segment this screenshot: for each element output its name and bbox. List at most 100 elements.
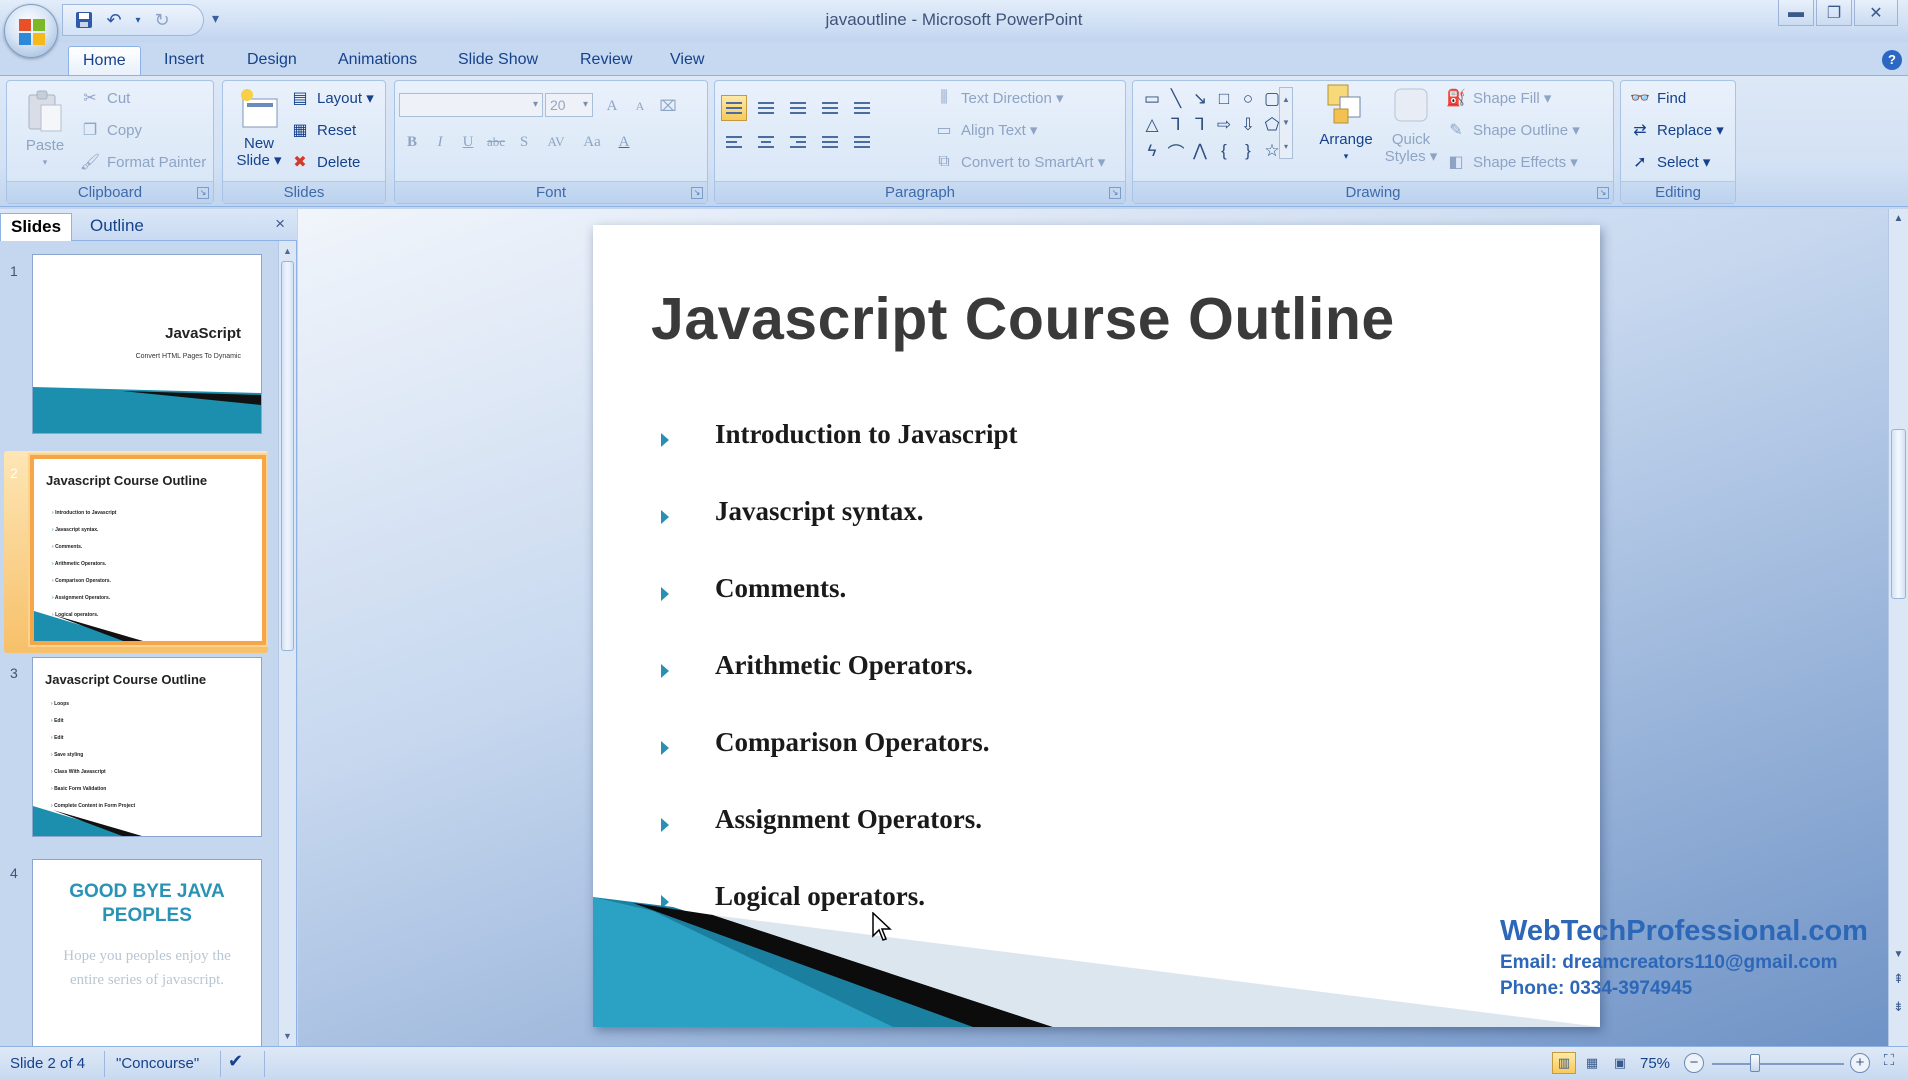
align-left-button[interactable]	[721, 129, 747, 155]
zoom-in-icon[interactable]: +	[1850, 1053, 1870, 1073]
columns-button[interactable]	[849, 129, 875, 155]
quick-styles-button[interactable]: Quick Styles ▾	[1381, 83, 1441, 165]
minimize-button[interactable]: ▬	[1778, 0, 1814, 26]
dialog-launcher-icon[interactable]: ↘	[691, 187, 703, 199]
tab-insert[interactable]: Insert	[150, 46, 218, 76]
shape-fill-button[interactable]: ⛽ Shape Fill ▾	[1445, 87, 1551, 109]
line-spacing-button[interactable]	[849, 95, 875, 121]
align-text-button[interactable]: ▭ Align Text ▾	[933, 119, 1037, 141]
shape-elbow-arrow-icon[interactable]: ⅂	[1189, 113, 1211, 137]
clear-formatting-icon[interactable]: ⌧	[655, 93, 681, 119]
scroll-up-icon[interactable]: ▲	[279, 243, 296, 259]
change-case-button[interactable]: Aa	[575, 129, 609, 155]
zoom-out-icon[interactable]: −	[1684, 1053, 1704, 1073]
strikethrough-button[interactable]: abc	[483, 129, 509, 155]
shape-triangle-icon[interactable]: △	[1141, 113, 1163, 137]
italic-button[interactable]: I	[427, 129, 453, 155]
slide-thumbnail-2[interactable]: Javascript Course Outline Introduction t…	[30, 455, 266, 645]
text-shadow-button[interactable]: S	[511, 129, 537, 155]
slide-thumbnail-4[interactable]: GOOD BYE JAVA PEOPLES Hope you peoples e…	[32, 859, 262, 1049]
numbering-button[interactable]	[753, 95, 779, 121]
shapes-gallery[interactable]: ▭ ╲ ↘ □ ○ ▢ △ ⅂ ⅂ ⇨ ⇩ ⬠ ϟ ⌒ ⋀ { } ☆	[1141, 87, 1280, 165]
text-direction-button[interactable]: ⫼ Text Direction ▾	[933, 87, 1063, 109]
format-painter-button[interactable]: 🖌 Format Painter	[79, 151, 206, 173]
align-right-button[interactable]	[785, 129, 811, 155]
find-button[interactable]: 👓 Find	[1629, 87, 1686, 109]
shape-textbox-icon[interactable]: ▭	[1141, 87, 1163, 111]
slide-sorter-icon[interactable]: ▦	[1580, 1052, 1604, 1074]
slide-title[interactable]: Javascript Course Outline	[651, 285, 1395, 353]
justify-button[interactable]	[817, 129, 843, 155]
slide-thumbnail-1[interactable]: JavaScript Convert HTML Pages To Dynamic	[32, 254, 262, 434]
zoom-level[interactable]: 75%	[1640, 1055, 1670, 1072]
shape-right-arrow-icon[interactable]: ⇨	[1213, 113, 1235, 137]
slide-show-icon[interactable]: ▣	[1608, 1052, 1632, 1074]
restore-button[interactable]: ❐	[1816, 0, 1852, 26]
scroll-up-icon[interactable]: ▲	[1889, 213, 1908, 224]
cut-button[interactable]: ✂ Cut	[79, 87, 130, 109]
select-button[interactable]: ➚ Select ▾	[1629, 151, 1710, 173]
tab-review[interactable]: Review	[566, 46, 646, 76]
font-size-combo[interactable]: 20 ▾	[545, 93, 593, 117]
office-button[interactable]	[4, 4, 58, 58]
shape-lightning-icon[interactable]: ϟ	[1141, 139, 1163, 163]
shape-effects-button[interactable]: ◧ Shape Effects ▾	[1445, 151, 1577, 173]
workspace-scrollbar[interactable]: ▲ ▼ ⇞ ⇟	[1888, 209, 1908, 1046]
replace-button[interactable]: ⇄ Replace ▾	[1629, 119, 1723, 141]
dialog-launcher-icon[interactable]: ↘	[1597, 187, 1609, 199]
character-spacing-button[interactable]: AV	[539, 129, 573, 155]
scroll-down-icon[interactable]: ▼	[279, 1028, 296, 1044]
shapes-gallery-scroll[interactable]: ▲ ▼ ▾	[1279, 87, 1293, 159]
dialog-launcher-icon[interactable]: ↘	[1109, 187, 1121, 199]
shape-rectangle-icon[interactable]: □	[1213, 87, 1235, 111]
shape-outline-button[interactable]: ✎ Shape Outline ▾	[1445, 119, 1579, 141]
shape-right-brace-icon[interactable]: }	[1237, 139, 1259, 163]
close-pane-icon[interactable]: ×	[275, 214, 285, 234]
zoom-slider[interactable]	[1712, 1063, 1844, 1065]
current-slide[interactable]: Javascript Course Outline Introduction t…	[593, 225, 1600, 1027]
shape-line-icon[interactable]: ╲	[1165, 87, 1187, 111]
help-icon[interactable]: ?	[1882, 50, 1902, 70]
decrease-indent-button[interactable]	[785, 95, 811, 121]
scrollbar-thumb[interactable]	[281, 261, 294, 651]
tab-slide-show[interactable]: Slide Show	[444, 46, 552, 76]
normal-view-icon[interactable]: ▥	[1552, 1052, 1576, 1074]
bullets-button[interactable]	[721, 95, 747, 121]
next-slide-icon[interactable]: ⇟	[1889, 999, 1908, 1015]
scrollbar-thumb[interactable]	[1891, 429, 1906, 599]
shape-left-brace-icon[interactable]: {	[1213, 139, 1235, 163]
tab-slides[interactable]: Slides	[0, 213, 73, 241]
fit-to-window-icon[interactable]: ⛶	[1878, 1052, 1900, 1074]
grow-font-button[interactable]: A	[599, 93, 625, 119]
tab-home[interactable]: Home	[68, 46, 141, 76]
arrange-button[interactable]: Arrange ▾	[1313, 83, 1379, 165]
close-button[interactable]: ✕	[1854, 0, 1898, 26]
paste-button[interactable]: Paste ▾	[17, 89, 73, 171]
more-icon[interactable]: ▾	[1284, 142, 1288, 151]
pane-scrollbar[interactable]: ▲ ▼	[278, 241, 296, 1046]
bold-button[interactable]: B	[399, 129, 425, 155]
scroll-up-icon[interactable]: ▲	[1282, 95, 1290, 104]
font-color-button[interactable]: A	[611, 129, 637, 155]
convert-smartart-button[interactable]: ⧉ Convert to SmartArt ▾	[933, 151, 1105, 173]
increase-indent-button[interactable]	[817, 95, 843, 121]
shape-elbow-connector-icon[interactable]: ⅂	[1165, 113, 1187, 137]
reset-button[interactable]: ▦ Reset	[289, 119, 356, 141]
scroll-down-icon[interactable]: ▼	[1282, 118, 1290, 127]
new-slide-button[interactable]: New Slide ▾	[231, 87, 287, 169]
tab-outline[interactable]: Outline	[80, 213, 154, 241]
slide-thumbnail-3[interactable]: Javascript Course Outline Loops Edit Edi…	[32, 657, 262, 837]
scroll-down-icon[interactable]: ▼	[1889, 949, 1908, 960]
shape-freeform-icon[interactable]: ⋀	[1189, 139, 1211, 163]
previous-slide-icon[interactable]: ⇞	[1889, 971, 1908, 987]
tab-design[interactable]: Design	[233, 46, 311, 76]
dialog-launcher-icon[interactable]: ↘	[197, 187, 209, 199]
shape-down-arrow-icon[interactable]: ⇩	[1237, 113, 1259, 137]
align-center-button[interactable]	[753, 129, 779, 155]
delete-button[interactable]: ✖ Delete	[289, 151, 360, 173]
zoom-slider-handle[interactable]	[1750, 1054, 1760, 1072]
spell-check-icon[interactable]: ✔	[228, 1051, 243, 1072]
tab-animations[interactable]: Animations	[324, 46, 431, 76]
shrink-font-button[interactable]: A	[627, 93, 653, 119]
copy-button[interactable]: ❐ Copy	[79, 119, 142, 141]
